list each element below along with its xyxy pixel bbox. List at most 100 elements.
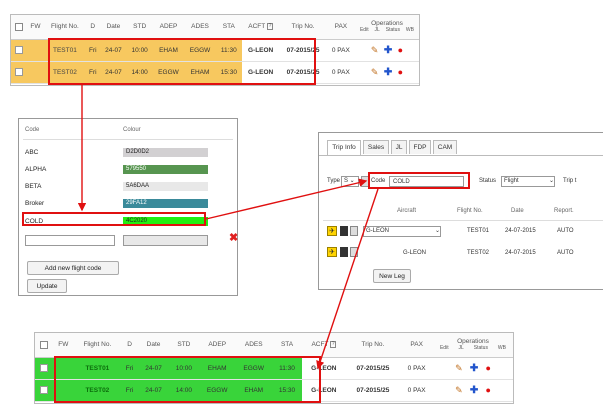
trip-number[interactable]: 07-2015/25 [279, 61, 327, 84]
trip-number[interactable]: 07-2015/25 [345, 357, 401, 380]
col-std: STD [126, 15, 153, 40]
pax: 0 PAX [326, 39, 355, 62]
new-code-input[interactable] [25, 235, 115, 246]
document-icon[interactable] [350, 226, 358, 236]
add-plus-icon[interactable]: ✚ [470, 363, 478, 374]
table-row[interactable]: TEST01 Fri 24-07 10:00 EHAM EGGW 11:30 G… [11, 39, 419, 62]
table-row[interactable]: TEST02 Fri 24-07 14:00 EGGW EHAM 15:30 G… [11, 61, 419, 84]
tab-sales[interactable]: Sales [363, 140, 389, 154]
op-status-label: Status [385, 27, 400, 34]
new-leg-button[interactable]: New Leg [373, 269, 411, 283]
calendar-icon[interactable] [340, 247, 348, 257]
col-adep: ADEP [198, 333, 236, 358]
pax: 0 PAX [400, 379, 433, 402]
colour-swatch-alpha[interactable]: 579550 [123, 165, 208, 174]
sta: 11:30 [271, 357, 303, 380]
aircraft[interactable]: G-LEON [302, 379, 346, 402]
status-dot-icon[interactable]: ● [398, 67, 403, 77]
colour-swatch-beta[interactable]: 5A6DAA [123, 182, 208, 191]
col-pax: PAX [400, 333, 433, 358]
ades: EHAM [235, 379, 272, 402]
edit-pencil-icon[interactable]: ✎ [371, 45, 379, 55]
colour-swatch-abc[interactable]: D2D0D2 [123, 148, 208, 157]
flight-number[interactable]: TEST02 [73, 379, 121, 402]
trip-report: AUTO [557, 250, 574, 256]
flight-table-bottom: FW Flight No. D Date STD ADEP ADES STA A… [34, 332, 514, 404]
col-date: Date [511, 208, 524, 214]
add-plus-icon[interactable]: ✚ [384, 67, 392, 78]
colour-col-header: Colour [123, 127, 141, 133]
edit-pencil-icon[interactable]: ✎ [371, 67, 379, 77]
tab-jl[interactable]: JL [391, 140, 407, 154]
std: 10:00 [126, 39, 153, 62]
sta: 15:30 [215, 61, 242, 84]
type-select[interactable]: S ⌄ [341, 176, 359, 187]
col-pax: PAX [326, 15, 355, 40]
aircraft[interactable]: G-LEON [241, 61, 280, 84]
document-icon[interactable] [350, 247, 358, 257]
sta: 11:30 [215, 39, 242, 62]
aircraft-icon[interactable]: ✈ [327, 247, 337, 257]
calendar-icon[interactable] [340, 226, 348, 236]
colour-swatch-cold[interactable]: 4C2020 [123, 217, 208, 226]
aircraft[interactable]: G-LEON [302, 357, 346, 380]
day: Fri [121, 357, 139, 380]
code-cold: COLD [25, 218, 44, 225]
table-row[interactable]: TEST01 Fri 24-07 10:00 EHAM EGGW 11:30 G… [35, 357, 513, 380]
op-edit-label: Edit [439, 345, 449, 352]
status-select[interactable]: Flight ⌄ [501, 176, 555, 187]
col-trip-no: Trip No. [345, 333, 401, 358]
code-beta: BETA [25, 183, 42, 190]
ades: EGGW [184, 39, 216, 62]
flight-code-panel: Code Colour ABC D2D0D2 ALPHA 579550 BETA… [18, 118, 238, 296]
flight-number[interactable]: TEST01 [44, 39, 86, 62]
select-all-checkbox[interactable] [11, 15, 27, 40]
flight-number[interactable]: TEST01 [73, 357, 121, 380]
col-flight-no: Flight No. [457, 208, 483, 214]
status-dot-icon[interactable]: ● [485, 363, 490, 373]
new-colour-input[interactable] [123, 235, 208, 246]
aircraft[interactable]: G-LEON [241, 39, 280, 62]
add-flight-code-button[interactable]: Add new flight code [27, 261, 119, 275]
help-icon[interactable]: ? [330, 341, 337, 349]
pax: 0 PAX [326, 61, 355, 84]
row-checkbox[interactable] [35, 379, 53, 402]
status-dot-icon[interactable]: ● [485, 385, 490, 395]
col-trip-no: Trip No. [279, 15, 327, 40]
tab-cam[interactable]: CAM [433, 140, 457, 154]
col-aircraft: Aircraft [397, 208, 417, 214]
op-status-label: Status [473, 345, 488, 352]
delete-icon[interactable]: ✖ [229, 231, 238, 244]
colour-swatch-broker[interactable]: 29FA12 [123, 199, 208, 208]
trip-aircraft: G-LEON [403, 250, 427, 256]
code-input[interactable]: COLD [389, 176, 464, 187]
update-button[interactable]: Update [27, 279, 67, 293]
adep: EGGW [152, 61, 185, 84]
adep: EGGW [198, 379, 236, 402]
select-all-checkbox[interactable] [35, 333, 53, 358]
table-row[interactable]: TEST02 Fri 24-07 14:00 EGGW EHAM 15:30 G… [35, 379, 513, 402]
trip-number[interactable]: 07-2015/25 [345, 379, 401, 402]
trip-number[interactable]: 07-2015/25 [279, 39, 327, 62]
row-checkbox[interactable] [11, 39, 27, 62]
edit-pencil-icon[interactable]: ✎ [455, 363, 463, 373]
edit-pencil-icon[interactable]: ✎ [455, 385, 463, 395]
tab-fdp[interactable]: FDP [409, 140, 431, 154]
row-checkbox[interactable] [11, 61, 27, 84]
row-checkbox[interactable] [35, 357, 53, 380]
add-plus-icon[interactable]: ✚ [384, 45, 392, 56]
code-label: Code [371, 178, 386, 184]
help-icon[interactable]: ? [266, 23, 273, 31]
status-dot-icon[interactable]: ● [398, 45, 403, 55]
add-plus-icon[interactable]: ✚ [470, 385, 478, 396]
col-operations: Operations Edit JL Status WB [355, 15, 419, 40]
aircraft-select[interactable]: G-LEON ⌄ [363, 226, 441, 237]
col-sta: STA [271, 333, 303, 358]
flight-number[interactable]: TEST02 [44, 61, 86, 84]
tab-trip-info[interactable]: Trip Info [327, 140, 361, 155]
col-flight-no: Flight No. [73, 333, 121, 358]
std: 10:00 [168, 357, 199, 380]
op-jl-label: JL [458, 345, 464, 352]
aircraft-icon[interactable]: ✈ [327, 226, 337, 236]
ades: EHAM [184, 61, 216, 84]
